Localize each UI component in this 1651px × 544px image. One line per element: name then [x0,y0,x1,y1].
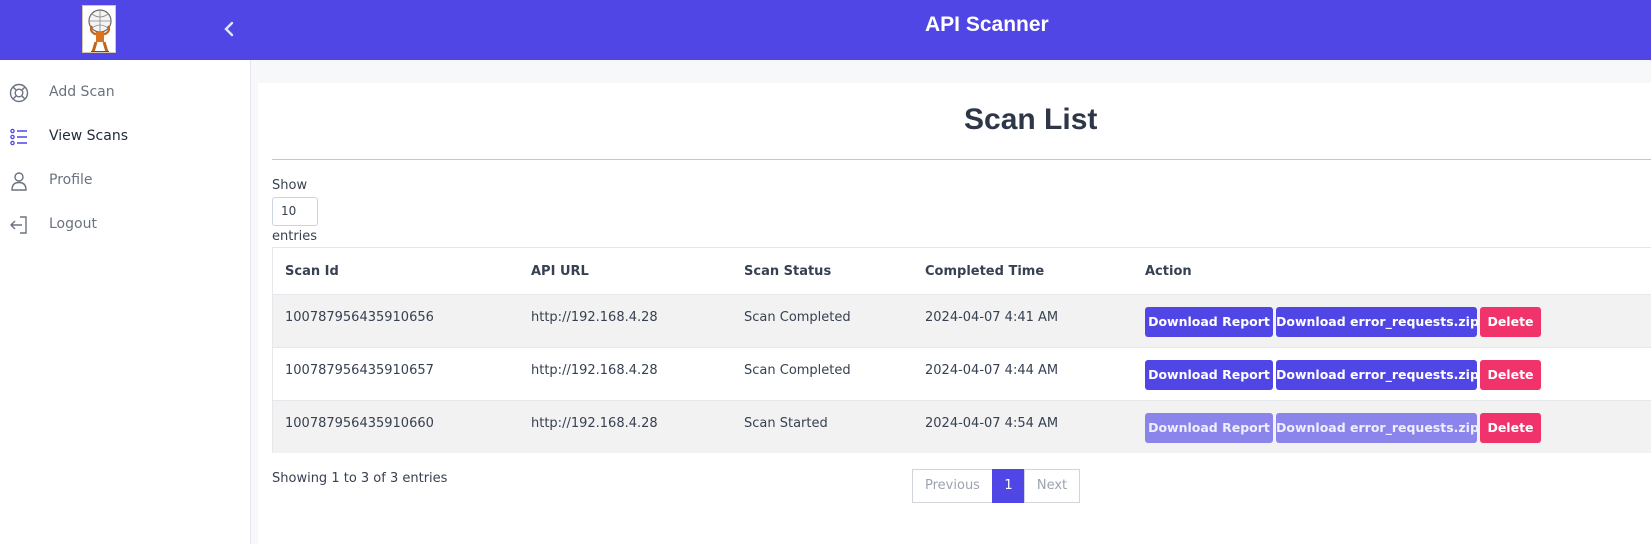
sidebar-item-label: Add Scan [49,84,115,100]
app-title: API Scanner [925,13,1049,36]
sidebar-item-label: Logout [49,216,97,232]
page-title: Scan List [964,103,1098,136]
download-report-button: Download Report [1145,413,1273,443]
length-menu-label: Show [272,178,308,193]
top-navbar: API Scanner [0,0,1651,60]
lifebuoy-icon [9,83,29,103]
download-errors-button[interactable]: Download error_requests.zip [1276,307,1479,337]
pagination-previous[interactable]: Previous [912,469,993,503]
length-menu-suffix: entries [272,229,318,244]
delete-button[interactable]: Delete [1480,360,1541,390]
column-header-api-url[interactable]: API URL [531,264,589,279]
cell-api-url: http://192.168.4.28 [531,416,658,431]
cell-completed-time: 2024-04-07 4:41 AM [925,310,1059,325]
app-logo[interactable] [82,5,116,53]
delete-button[interactable]: Delete [1480,307,1541,337]
cell-completed-time: 2024-04-07 4:44 AM [925,363,1059,378]
logout-icon [9,215,29,235]
table-header: Scan Id API URL Scan Status Completed Ti… [273,248,1651,294]
sidebar-item-logout[interactable]: Logout [0,205,250,245]
sidebar-item-view-scans[interactable]: View Scans [0,117,250,157]
table-row: 100787956435910657 http://192.168.4.28 S… [273,347,1651,400]
cell-scan-status: Scan Completed [744,310,851,325]
column-header-scan-id[interactable]: Scan Id [285,264,339,279]
sidebar-item-label: View Scans [49,128,129,144]
scan-table: Scan Id API URL Scan Status Completed Ti… [272,247,1651,453]
download-errors-button: Download error_requests.zip [1276,413,1479,443]
cell-completed-time: 2024-04-07 4:54 AM [925,416,1059,431]
download-report-button[interactable]: Download Report [1145,307,1273,337]
scan-list-card: Scan List Show 10 entries Scan Id API UR… [258,83,1651,544]
column-header-action: Action [1145,264,1192,279]
cell-api-url: http://192.168.4.28 [531,363,658,378]
list-icon [9,127,29,147]
cell-scan-id: 100787956435910657 [285,363,434,378]
delete-button[interactable]: Delete [1480,413,1541,443]
column-header-completed-time[interactable]: Completed Time [925,264,1044,279]
table-row: 100787956435910656 http://192.168.4.28 S… [273,294,1651,347]
sidebar-item-profile[interactable]: Profile [0,161,250,201]
user-icon [9,171,29,191]
pagination-page[interactable]: 1 [992,469,1025,503]
divider [272,159,1651,160]
chevron-left-icon[interactable] [220,18,238,40]
table-row: 100787956435910660 http://192.168.4.28 S… [273,400,1651,453]
sidebar-item-add-scan[interactable]: Add Scan [0,73,250,113]
download-report-button[interactable]: Download Report [1145,360,1273,390]
download-errors-button[interactable]: Download error_requests.zip [1276,360,1479,390]
cell-scan-id: 100787956435910660 [285,416,434,431]
entries-per-page-select[interactable]: 10 [272,197,318,226]
cell-scan-id: 100787956435910656 [285,310,434,325]
table-info: Showing 1 to 3 of 3 entries [272,471,448,486]
cell-scan-status: Scan Completed [744,363,851,378]
column-header-scan-status[interactable]: Scan Status [744,264,831,279]
cell-api-url: http://192.168.4.28 [531,310,658,325]
pagination-next[interactable]: Next [1024,469,1080,503]
sidebar-item-label: Profile [49,172,93,188]
cell-scan-status: Scan Started [744,416,828,431]
sidebar: Add Scan View Scans Profile Logout [0,60,251,544]
